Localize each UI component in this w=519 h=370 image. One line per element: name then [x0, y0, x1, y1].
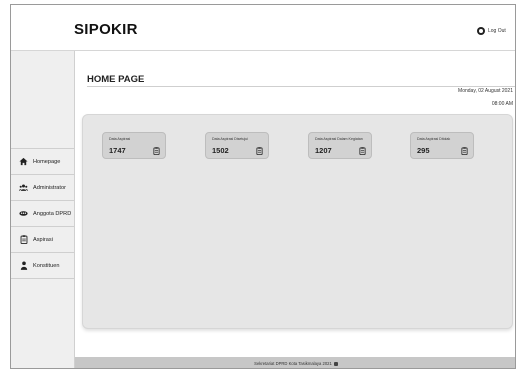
sidebar-item-anggota-dprd[interactable]: Anggota DPRD	[11, 201, 74, 227]
sidebar-item-administrator[interactable]: Administrator	[11, 175, 74, 201]
stat-card-value: 1747	[109, 146, 126, 155]
stat-card-data-aspirasi-dalam-kegiatan[interactable]: Data Aspirasi Dalam Kegiatan 1207	[308, 132, 372, 159]
stat-card-label: Data Aspirasi	[109, 137, 131, 141]
stat-card-label: Data Aspirasi Ditolak	[417, 137, 451, 141]
stat-card-value: 1207	[315, 146, 332, 155]
stat-card-value: 1502	[212, 146, 229, 155]
stat-card-data-aspirasi-disetujui[interactable]: Data Aspirasi Disetujui 1502	[205, 132, 269, 159]
clipboard-icon	[256, 142, 263, 156]
app-window: SIPOKIR Log Out Homepage Administrator A…	[10, 4, 516, 369]
sidebar-header	[11, 51, 74, 149]
logout-button[interactable]: Log Out	[477, 27, 506, 35]
sidebar-item-label: Konstituen	[33, 262, 60, 269]
divider	[87, 86, 515, 87]
sidebar-item-label: Aspirasi	[33, 236, 53, 243]
stat-card-label: Data Aspirasi Dalam Kegiatan	[315, 137, 363, 141]
group-icon	[19, 209, 28, 218]
top-bar: SIPOKIR Log Out	[11, 5, 515, 51]
main-content: HOME PAGE Monday, 02 August 2021 08:00 A…	[75, 51, 515, 368]
sidebar-item-konstituen[interactable]: Konstituen	[11, 253, 74, 279]
stat-card-value: 295	[417, 146, 430, 155]
stat-card-data-aspirasi-ditolak[interactable]: Data Aspirasi Ditolak 295	[410, 132, 474, 159]
sidebar-item-aspirasi[interactable]: Aspirasi	[11, 227, 74, 253]
clipboard-icon	[461, 142, 468, 156]
clipboard-icon	[359, 142, 366, 156]
home-icon	[19, 157, 28, 166]
stat-card-label: Data Aspirasi Disetujui	[212, 137, 248, 141]
sidebar-item-label: Anggota DPRD	[33, 210, 72, 217]
dashboard-panel: Data Aspirasi 1747 Data Aspirasi Disetuj…	[82, 114, 513, 329]
sidebar: Homepage Administrator Anggota DPRD Aspi…	[11, 51, 75, 368]
brand-logo: SIPOKIR	[74, 21, 138, 38]
copyright-icon	[333, 361, 338, 366]
users-icon	[19, 183, 28, 192]
footer-text: Sekretariat DPRD Kota Tasikmalaya 2021	[254, 361, 332, 366]
sidebar-item-label: Homepage	[33, 158, 61, 165]
clipboard-icon	[19, 235, 28, 244]
footer: Sekretariat DPRD Kota Tasikmalaya 2021	[75, 357, 515, 368]
current-date: Monday, 02 August 2021	[458, 88, 513, 94]
sidebar-item-label: Administrator	[33, 184, 66, 191]
person-icon	[19, 261, 28, 270]
page-title: HOME PAGE	[87, 74, 145, 85]
sidebar-item-homepage[interactable]: Homepage	[11, 149, 74, 175]
user-circle-icon	[477, 27, 485, 35]
current-time: 08:00 AM	[491, 101, 513, 107]
stat-card-data-aspirasi[interactable]: Data Aspirasi 1747	[102, 132, 166, 159]
clipboard-icon	[153, 142, 160, 156]
logout-label: Log Out	[488, 28, 506, 34]
